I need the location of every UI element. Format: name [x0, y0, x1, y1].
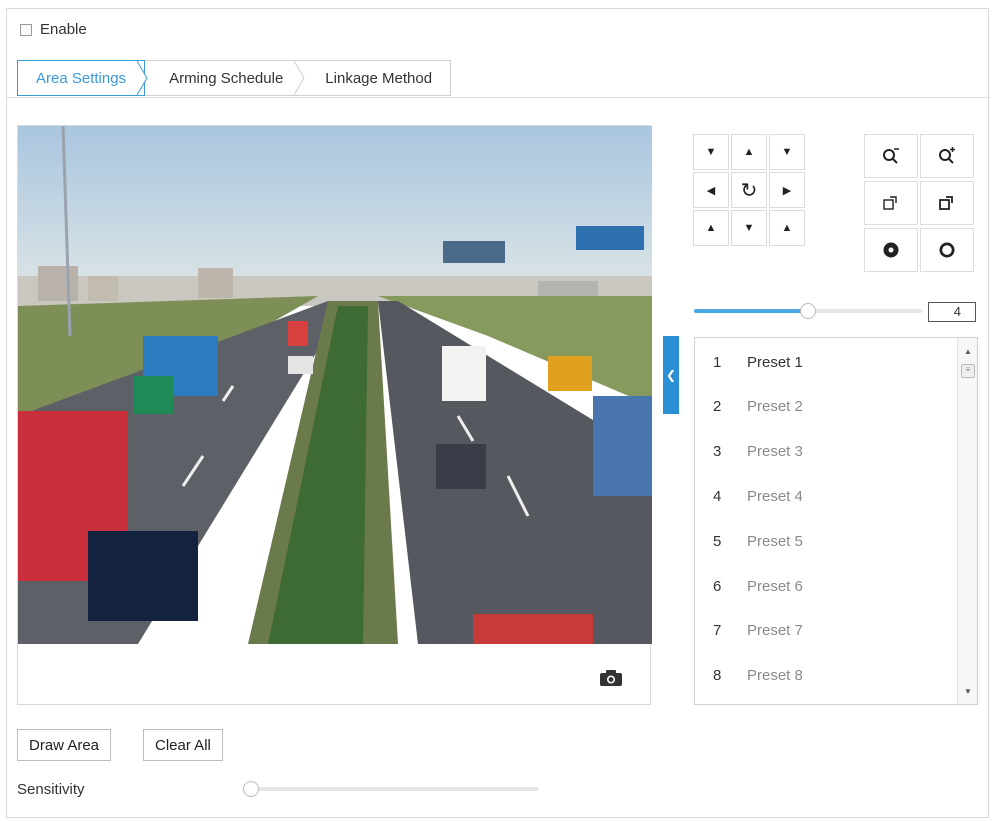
tab-bar: Area Settings Arming Schedule Linkage Me… [17, 60, 452, 96]
panel-collapse-toggle[interactable]: ❮ [663, 336, 679, 414]
sensitivity-slider[interactable] [243, 781, 539, 797]
tab-label: Area Settings [36, 69, 127, 87]
ptz-speed-slider[interactable] [694, 303, 922, 319]
preset-number: 3 [713, 443, 722, 461]
up-left-arrow-icon: ▲ [705, 222, 717, 234]
up-right-arrow-button[interactable]: ▲ [769, 210, 805, 246]
enable-checkbox[interactable] [20, 23, 32, 36]
iris-open-button[interactable] [920, 228, 974, 272]
zoom-in-button[interactable] [920, 134, 974, 178]
preset-item[interactable]: 6 Preset 6 [695, 564, 959, 608]
preset-item[interactable]: 7 Preset 7 [695, 609, 959, 653]
down-left-arrow-icon: ▼ [705, 146, 717, 158]
chevron-left-icon: ❮ [665, 368, 677, 382]
down-arrow-button[interactable]: ▼ [731, 210, 767, 246]
focus-near-icon [883, 196, 897, 210]
iris-open-icon [939, 242, 955, 258]
zoom-out-button[interactable] [864, 134, 918, 178]
scroll-thumb[interactable]: ≡ [961, 364, 975, 378]
speed-slider-thumb[interactable] [800, 303, 816, 319]
right-arrow-button[interactable]: ▶ [769, 172, 805, 208]
tab-separator-chevron [294, 61, 305, 95]
zoom-in-icon [939, 147, 955, 164]
iris-close-icon [883, 242, 899, 258]
ptz-direction-pad: ▼ ▲ ▼ ◀ ↻ ▶ ▲ ▼ ▲ [692, 133, 806, 247]
preset-item[interactable]: 5 Preset 5 [695, 519, 959, 563]
preset-name: Preset 1 [747, 353, 803, 371]
zoom-out-icon [883, 148, 899, 164]
enable-row[interactable]: Enable [20, 21, 87, 38]
tab-label: Linkage Method [325, 69, 433, 87]
preset-scrollbar[interactable]: ▲ ≡ ▼ [957, 338, 977, 704]
down-left-arrow-button[interactable]: ▼ [693, 134, 729, 170]
auto-rotate-icon: ↻ [740, 179, 758, 202]
preset-list: ▲ ≡ ▼ 1 Preset 1 2 Preset 2 3 Preset 3 4 Preset… [694, 337, 978, 705]
scroll-up-icon[interactable]: ▲ [958, 344, 978, 358]
draw-area-button[interactable]: Draw Area [17, 729, 112, 761]
auto-rotate-button[interactable]: ↻ [731, 172, 767, 208]
left-arrow-button[interactable]: ◀ [693, 172, 729, 208]
tab-linkage-method[interactable]: Linkage Method [301, 61, 451, 95]
preset-item[interactable]: 1 Preset 1 [695, 340, 959, 384]
down-right-arrow-button[interactable]: ▼ [769, 134, 805, 170]
down-right-arrow-icon: ▼ [781, 146, 793, 158]
preset-name: Preset 8 [747, 667, 803, 685]
preset-item[interactable]: 8 Preset 8 [695, 654, 959, 698]
preset-name: Preset 6 [747, 577, 803, 595]
iris-close-button[interactable] [864, 228, 918, 272]
preset-name: Preset 3 [747, 443, 803, 461]
sensitivity-label: Sensitivity [17, 781, 85, 798]
preset-number: 4 [713, 487, 722, 505]
preset-name: Preset 2 [747, 398, 803, 416]
tab-label: Arming Schedule [169, 69, 284, 87]
up-arrow-button[interactable]: ▲ [731, 134, 767, 170]
focus-far-icon [939, 196, 953, 210]
sensitivity-track [243, 787, 539, 791]
live-video-frame[interactable] [18, 126, 652, 644]
focus-far-button[interactable] [920, 181, 974, 225]
scroll-down-icon[interactable]: ▼ [958, 684, 978, 698]
preset-number: 2 [713, 398, 722, 416]
speed-fill [694, 309, 808, 313]
preset-number: 1 [713, 353, 722, 371]
preset-name: Preset 4 [747, 487, 803, 505]
camera-icon[interactable] [600, 670, 622, 686]
up-left-arrow-button[interactable]: ▲ [693, 210, 729, 246]
preset-number: 7 [713, 622, 722, 640]
preset-number: 6 [713, 577, 722, 595]
tab-area-settings[interactable]: Area Settings [17, 60, 148, 96]
preset-item[interactable]: 3 Preset 3 [695, 430, 959, 474]
enable-label: Enable [40, 21, 87, 38]
tab-arming-schedule[interactable]: Arming Schedule [145, 61, 305, 95]
preset-number: 5 [713, 532, 722, 550]
preset-name: Preset 5 [747, 532, 803, 550]
ptz-lens-controls [863, 133, 975, 274]
sensitivity-slider-thumb[interactable] [243, 781, 259, 797]
preset-name: Preset 7 [747, 622, 803, 640]
up-right-arrow-icon: ▲ [781, 222, 793, 234]
preset-number: 8 [713, 667, 722, 685]
up-arrow-icon: ▲ [743, 146, 755, 158]
down-arrow-icon: ▼ [743, 222, 755, 234]
tab-separator-chevron [137, 61, 148, 95]
settings-panel: Enable Area Settings Arming Schedule Lin… [6, 8, 990, 818]
preset-item[interactable]: 2 Preset 2 [695, 385, 959, 429]
tab-divider [7, 97, 990, 98]
focus-near-button[interactable] [864, 181, 918, 225]
live-view-container [17, 125, 652, 705]
preset-item[interactable]: 4 Preset 4 [695, 474, 959, 518]
ptz-speed-value[interactable]: 4 [928, 302, 976, 322]
right-arrow-icon: ▶ [782, 184, 792, 197]
clear-all-button[interactable]: Clear All [143, 729, 223, 761]
left-arrow-icon: ◀ [706, 184, 716, 197]
